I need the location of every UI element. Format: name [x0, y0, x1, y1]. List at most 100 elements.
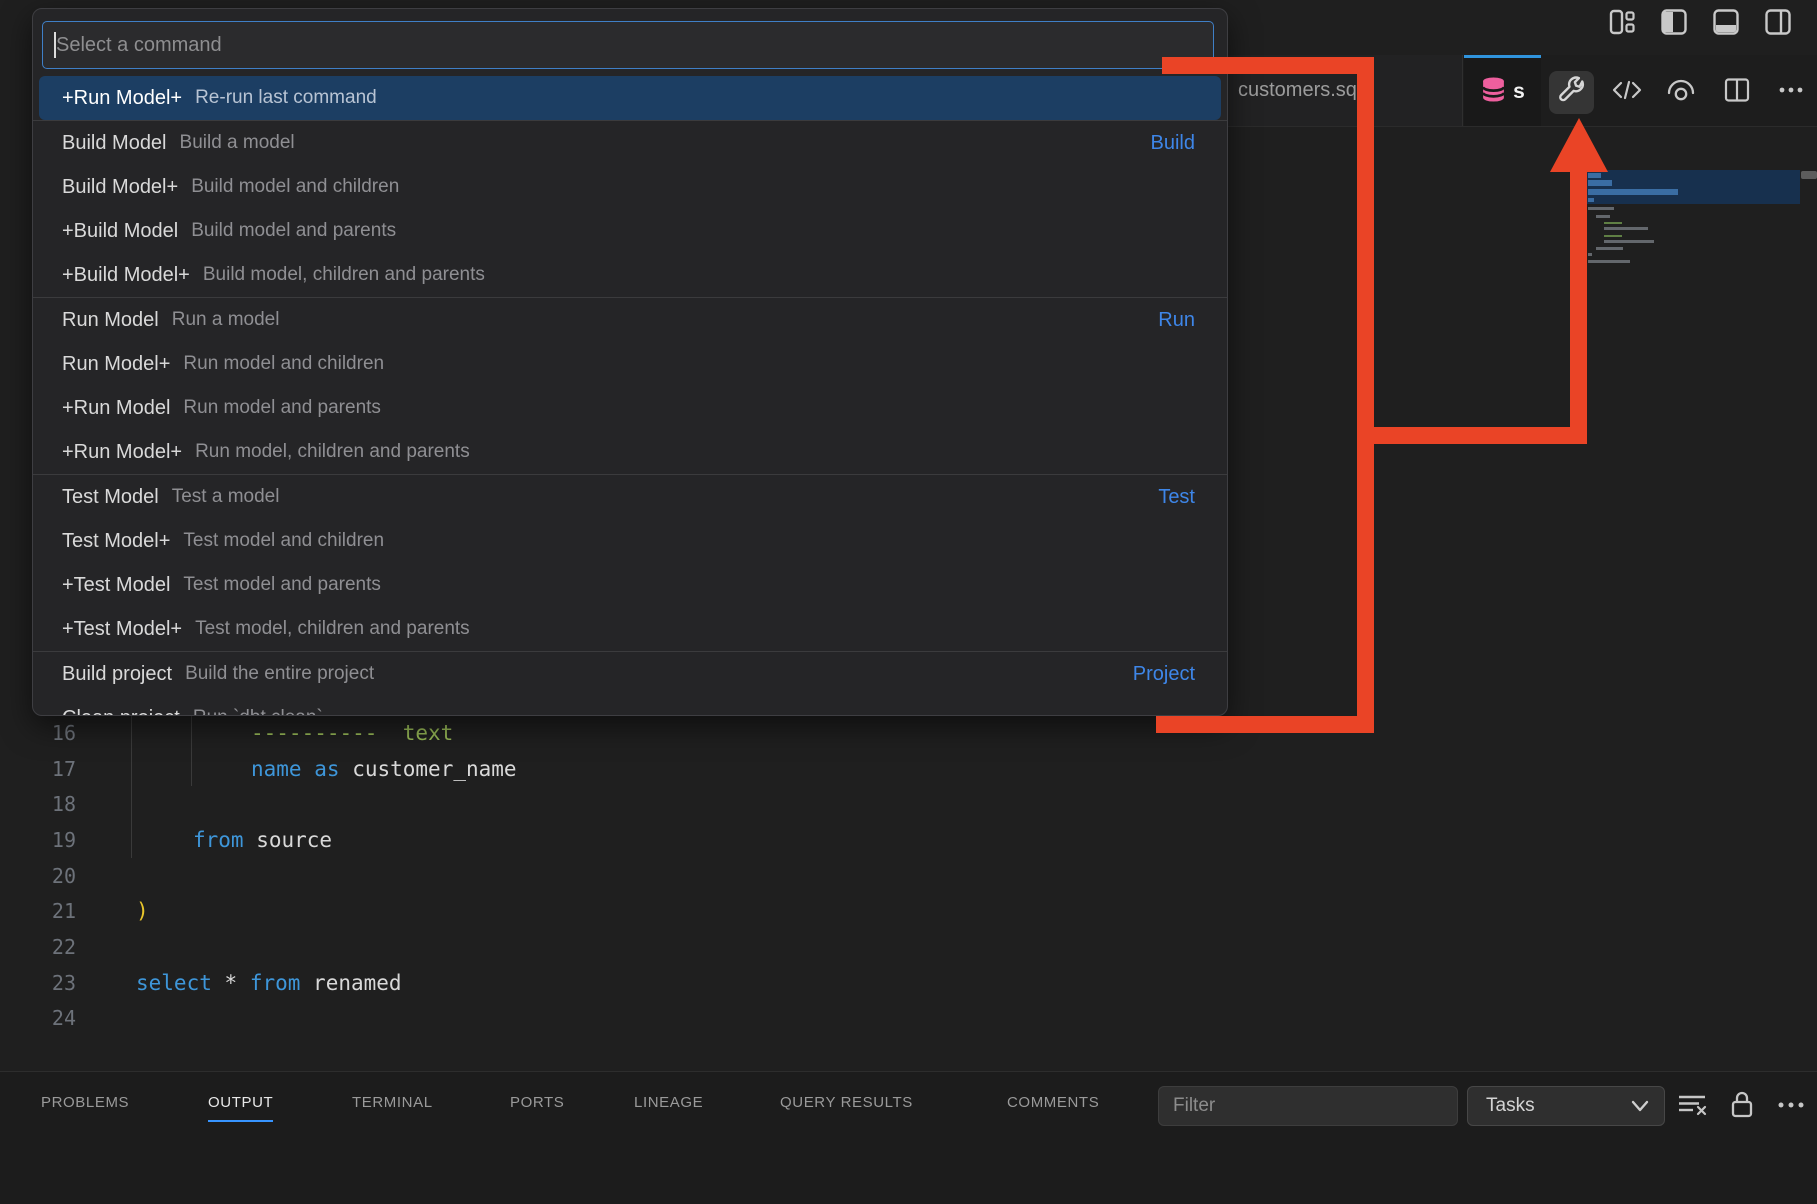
command-description: Build model and children	[191, 176, 399, 198]
code-line: 20	[0, 858, 517, 894]
command-description: Test a model	[172, 486, 280, 508]
toggle-secondary-sidebar-icon[interactable]	[1764, 8, 1792, 36]
command-item[interactable]: Test Model+Test model and children	[39, 519, 1221, 563]
panel-tab-query-results[interactable]: QUERY RESULTS	[780, 1094, 913, 1120]
command-item[interactable]: Build projectBuild the entire projectPro…	[39, 652, 1221, 696]
command-name: +Run Model+	[62, 87, 182, 110]
annotation-line	[1357, 57, 1374, 733]
code-line: 18	[0, 786, 517, 822]
command-description: Run model, children and parents	[195, 441, 470, 463]
command-item[interactable]: +Run Model Run model and parents	[39, 386, 1221, 430]
line-number: 24	[0, 1006, 76, 1030]
toggle-sidebar-icon[interactable]	[1660, 8, 1688, 36]
command-name: Test Model	[62, 486, 159, 509]
command-description: Build a model	[180, 132, 295, 154]
ellipsis-icon	[1776, 76, 1806, 109]
command-item[interactable]: Run ModelRun a modelRun	[39, 298, 1221, 342]
command-category-badge: Project	[1133, 663, 1195, 686]
command-description: Run model and parents	[183, 397, 381, 419]
compiled-code-button[interactable]	[1604, 71, 1649, 114]
command-description: Run model and children	[183, 353, 384, 375]
command-name: Clean project	[62, 707, 180, 717]
command-item[interactable]: Clean projectRun `dbt clean`	[39, 696, 1221, 716]
command-input[interactable]	[43, 22, 1213, 68]
minimap-line	[1588, 173, 1601, 178]
tasks-dropdown[interactable]: Tasks	[1467, 1086, 1665, 1126]
command-item[interactable]: Test Model Test a model Test	[39, 475, 1221, 519]
command-item[interactable]: +Build Model Build model and parents	[39, 209, 1221, 253]
panel-tab-output[interactable]: OUTPUT	[208, 1094, 273, 1122]
minimap-line	[1588, 198, 1594, 202]
command-item[interactable]: +Test Model+Test model, children and par…	[39, 607, 1221, 651]
panel-tab-comments[interactable]: COMMENTS	[1007, 1094, 1099, 1120]
tab-query-preview[interactable]: s	[1464, 55, 1541, 126]
command-input-wrap	[42, 21, 1214, 69]
panel-tab-lineage[interactable]: LINEAGE	[634, 1094, 703, 1120]
panel-tab-terminal[interactable]: TERMINAL	[352, 1094, 433, 1120]
command-category-badge: Test	[1158, 486, 1195, 509]
eye-icon	[1664, 75, 1698, 110]
minimap-line	[1604, 227, 1648, 230]
command-item[interactable]: +Run Model+ Re-run last command	[39, 76, 1221, 120]
minimap-line	[1596, 247, 1623, 250]
tab-label: customers.sql	[1238, 79, 1361, 102]
minimap-line	[1604, 235, 1622, 237]
command-name: +Test Model	[62, 574, 170, 597]
command-item[interactable]: +Test Model Test model and parents	[39, 563, 1221, 607]
command-description: Re-run last command	[195, 87, 377, 109]
panel-tab-ports[interactable]: PORTS	[510, 1094, 564, 1120]
filter-input[interactable]	[1159, 1087, 1457, 1125]
command-description: Build model and parents	[191, 220, 396, 242]
panel-tab-problems[interactable]: PROBLEMS	[41, 1094, 129, 1120]
dbt-wrench-button[interactable]	[1549, 71, 1594, 114]
minimap-line	[1596, 215, 1610, 218]
database-icon	[1480, 76, 1507, 108]
command-item[interactable]: Build Model+Build model and children	[39, 165, 1221, 209]
line-number: 20	[0, 864, 76, 888]
code-line: 19from source	[0, 822, 517, 858]
minimap-line	[1588, 253, 1592, 256]
command-name: +Run Model+	[62, 441, 182, 464]
editor-more-actions-button[interactable]	[1768, 71, 1813, 114]
command-name: Build Model	[62, 132, 167, 155]
minimap-line	[1588, 180, 1612, 186]
command-name: Run Model	[62, 309, 159, 332]
minimap-line	[1588, 207, 1614, 210]
command-item[interactable]: +Run Model+ Run model, children and paren…	[39, 430, 1221, 474]
panel-more-actions-button[interactable]	[1776, 1098, 1806, 1116]
line-number: 19	[0, 828, 76, 852]
command-name: Test Model+	[62, 530, 170, 553]
line-number: 21	[0, 899, 76, 923]
preview-query-button[interactable]	[1658, 71, 1703, 114]
command-name: +Run Model	[62, 397, 170, 420]
code-line: 17name as customer_name	[0, 751, 517, 787]
code-line: 24	[0, 1001, 517, 1037]
split-editor-icon	[1723, 76, 1751, 109]
command-name: +Build Model	[62, 220, 178, 243]
clear-output-button[interactable]	[1676, 1092, 1710, 1123]
minimap[interactable]	[1586, 170, 1800, 280]
command-item[interactable]: +Build Model+Build model, children and p…	[39, 253, 1221, 297]
code-line: 16---------- text	[0, 715, 517, 751]
annotation-arrow-head	[1550, 118, 1608, 172]
code-editor[interactable]: 16---------- text17name as customer_name…	[0, 715, 517, 1036]
lock-icon[interactable]	[1727, 1089, 1757, 1126]
command-description: Test model, children and parents	[195, 618, 470, 640]
code-line: 22	[0, 929, 517, 965]
bottom-panel: PROBLEMS OUTPUT TERMINAL PORTS LINEAGE QUERY …	[0, 1071, 1817, 1204]
split-editor-button[interactable]	[1714, 71, 1759, 114]
command-item[interactable]: Run Model+Run model and children	[39, 342, 1221, 386]
command-list: +Run Model+ Re-run last command Build Mode…	[33, 76, 1227, 716]
command-item[interactable]: Build Model Build a model Build	[39, 121, 1221, 165]
code-line: 23select * from renamed	[0, 965, 517, 1001]
minimap-line	[1604, 240, 1654, 243]
command-category-badge: Run	[1158, 309, 1195, 332]
text-caret	[54, 32, 56, 58]
annotation-line	[1162, 57, 1374, 74]
toggle-panel-icon[interactable]	[1712, 8, 1740, 36]
command-description: Test model and parents	[183, 574, 381, 596]
command-category-badge: Build	[1151, 132, 1195, 155]
customize-layout-icon[interactable]	[1608, 8, 1636, 36]
line-number: 18	[0, 792, 76, 816]
annotation-line	[1357, 427, 1586, 444]
